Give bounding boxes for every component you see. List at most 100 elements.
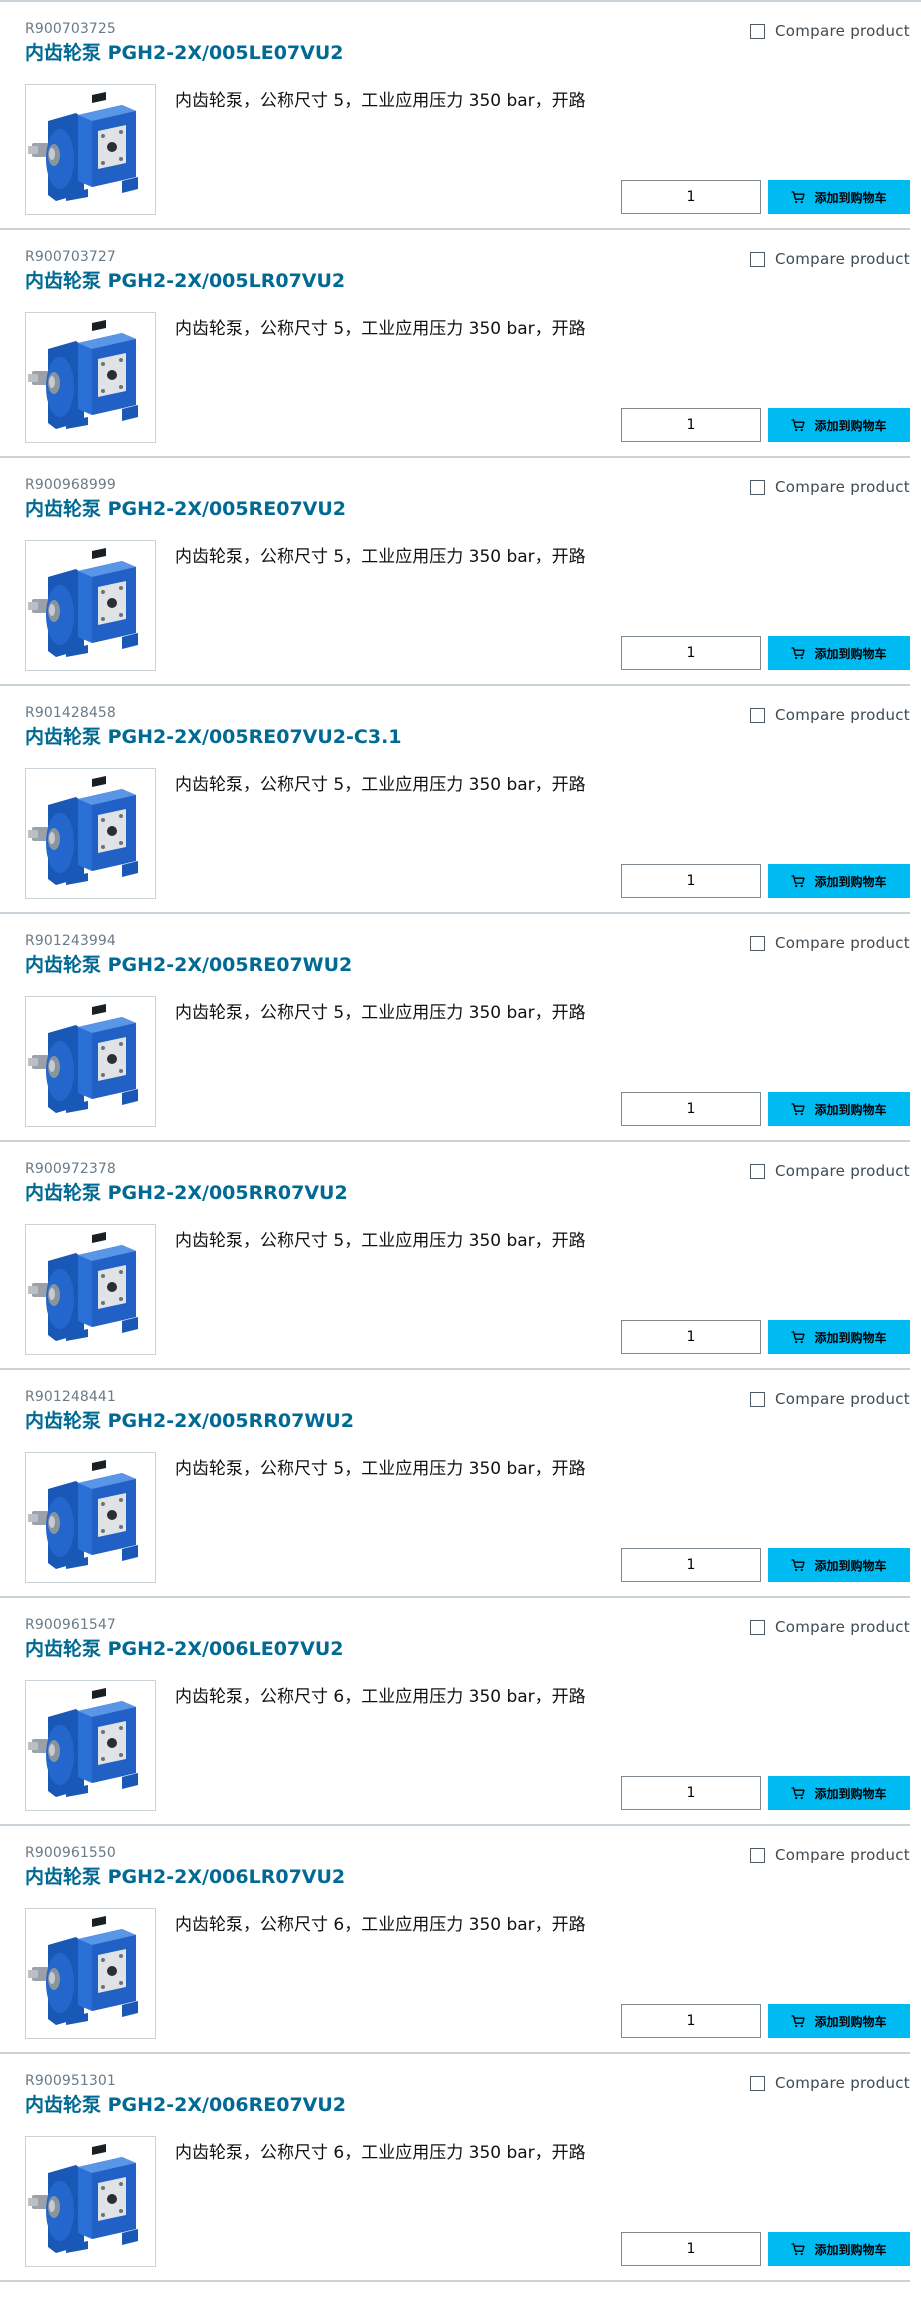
compare-product-toggle[interactable]: Compare product bbox=[749, 22, 910, 40]
add-to-cart-button[interactable]: 添加到购物车 bbox=[768, 1548, 910, 1582]
product-title-link[interactable]: 内齿轮泵 PGH2-2X/005LR07VU2 bbox=[25, 266, 345, 293]
product-description: 内齿轮泵，公称尺寸 5，工业应用压力 350 bar，开路 bbox=[175, 319, 586, 339]
product-thumbnail[interactable] bbox=[25, 84, 156, 215]
compare-checkbox[interactable] bbox=[749, 479, 765, 495]
product-description: 内齿轮泵，公称尺寸 5，工业应用压力 350 bar，开路 bbox=[175, 775, 586, 795]
add-to-cart-button[interactable]: 添加到购物车 bbox=[768, 1320, 910, 1354]
compare-product-toggle[interactable]: Compare product bbox=[749, 250, 910, 268]
shopping-cart-icon bbox=[791, 1330, 806, 1344]
compare-label: Compare product bbox=[774, 2074, 910, 2092]
product-thumbnail[interactable] bbox=[25, 312, 156, 443]
compare-product-toggle[interactable]: Compare product bbox=[749, 478, 910, 496]
compare-label: Compare product bbox=[774, 706, 910, 724]
add-to-cart-button[interactable]: 添加到购物车 bbox=[768, 1776, 910, 1810]
compare-product-toggle[interactable]: Compare product bbox=[749, 1846, 910, 1864]
shopping-cart-icon bbox=[791, 2014, 806, 2028]
shopping-cart-icon bbox=[791, 2242, 806, 2256]
product-thumbnail[interactable] bbox=[25, 2136, 156, 2267]
product-thumbnail[interactable] bbox=[25, 768, 156, 899]
compare-checkbox[interactable] bbox=[749, 1619, 765, 1635]
quantity-input[interactable] bbox=[621, 1320, 761, 1354]
add-to-cart-label: 添加到购物车 bbox=[814, 190, 887, 205]
compare-checkbox[interactable] bbox=[749, 1847, 765, 1863]
add-to-cart-label: 添加到购物车 bbox=[814, 874, 887, 889]
compare-checkbox[interactable] bbox=[749, 1163, 765, 1179]
product-description: 内齿轮泵，公称尺寸 6，工业应用压力 350 bar，开路 bbox=[175, 1915, 586, 1935]
product-thumbnail[interactable] bbox=[25, 1452, 156, 1583]
compare-checkbox[interactable] bbox=[749, 251, 765, 267]
product-description: 内齿轮泵，公称尺寸 5，工业应用压力 350 bar，开路 bbox=[175, 1003, 586, 1023]
compare-label: Compare product bbox=[774, 934, 910, 952]
product-sku: R901243994 bbox=[25, 933, 116, 949]
gear-pump-image bbox=[28, 547, 138, 657]
product-title-link[interactable]: 内齿轮泵 PGH2-2X/005RE07VU2 bbox=[25, 494, 346, 521]
product-item: R901428458 内齿轮泵 PGH2-2X/005RE07VU2-C3.1 … bbox=[0, 686, 910, 914]
quantity-input[interactable] bbox=[621, 180, 761, 214]
compare-label: Compare product bbox=[774, 22, 910, 40]
product-title-link[interactable]: 内齿轮泵 PGH2-2X/005RR07VU2 bbox=[25, 1178, 348, 1205]
product-title-link[interactable]: 内齿轮泵 PGH2-2X/005LE07VU2 bbox=[25, 38, 344, 65]
compare-label: Compare product bbox=[774, 1618, 910, 1636]
product-title-link[interactable]: 内齿轮泵 PGH2-2X/005RR07WU2 bbox=[25, 1406, 354, 1433]
add-to-cart-label: 添加到购物车 bbox=[814, 646, 887, 661]
product-description: 内齿轮泵，公称尺寸 5，工业应用压力 350 bar，开路 bbox=[175, 91, 586, 111]
quantity-input[interactable] bbox=[621, 1548, 761, 1582]
product-description: 内齿轮泵，公称尺寸 5，工业应用压力 350 bar，开路 bbox=[175, 547, 586, 567]
add-to-cart-button[interactable]: 添加到购物车 bbox=[768, 2232, 910, 2266]
gear-pump-image bbox=[28, 775, 138, 885]
shopping-cart-icon bbox=[791, 418, 806, 432]
gear-pump-image bbox=[28, 1687, 138, 1797]
compare-checkbox[interactable] bbox=[749, 2075, 765, 2091]
product-thumbnail[interactable] bbox=[25, 540, 156, 671]
add-to-cart-button[interactable]: 添加到购物车 bbox=[768, 1092, 910, 1126]
product-sku: R900951301 bbox=[25, 2073, 116, 2089]
add-to-cart-button[interactable]: 添加到购物车 bbox=[768, 180, 910, 214]
add-to-cart-button[interactable]: 添加到购物车 bbox=[768, 408, 910, 442]
compare-label: Compare product bbox=[774, 1162, 910, 1180]
product-item: R901243994 内齿轮泵 PGH2-2X/005RE07WU2 Compa… bbox=[0, 914, 910, 1142]
product-sku: R900961550 bbox=[25, 1845, 116, 1861]
compare-checkbox[interactable] bbox=[749, 707, 765, 723]
quantity-input[interactable] bbox=[621, 1776, 761, 1810]
quantity-input[interactable] bbox=[621, 408, 761, 442]
gear-pump-image bbox=[28, 319, 138, 429]
add-to-cart-label: 添加到购物车 bbox=[814, 1102, 887, 1117]
quantity-input[interactable] bbox=[621, 2232, 761, 2266]
compare-product-toggle[interactable]: Compare product bbox=[749, 1162, 910, 1180]
quantity-input[interactable] bbox=[621, 1092, 761, 1126]
quantity-input[interactable] bbox=[621, 864, 761, 898]
compare-label: Compare product bbox=[774, 1846, 910, 1864]
compare-product-toggle[interactable]: Compare product bbox=[749, 1618, 910, 1636]
product-title-link[interactable]: 内齿轮泵 PGH2-2X/005RE07WU2 bbox=[25, 950, 352, 977]
add-to-cart-button[interactable]: 添加到购物车 bbox=[768, 2004, 910, 2038]
product-thumbnail[interactable] bbox=[25, 996, 156, 1127]
compare-product-toggle[interactable]: Compare product bbox=[749, 934, 910, 952]
shopping-cart-icon bbox=[791, 646, 806, 660]
product-thumbnail[interactable] bbox=[25, 1680, 156, 1811]
add-to-cart-label: 添加到购物车 bbox=[814, 418, 887, 433]
quantity-input[interactable] bbox=[621, 636, 761, 670]
product-title-link[interactable]: 内齿轮泵 PGH2-2X/006LR07VU2 bbox=[25, 1862, 345, 1889]
add-to-cart-button[interactable]: 添加到购物车 bbox=[768, 864, 910, 898]
compare-product-toggle[interactable]: Compare product bbox=[749, 1390, 910, 1408]
product-item: R900951301 内齿轮泵 PGH2-2X/006RE07VU2 Compa… bbox=[0, 2054, 910, 2282]
product-title-link[interactable]: 内齿轮泵 PGH2-2X/006RE07VU2 bbox=[25, 2090, 346, 2117]
product-thumbnail[interactable] bbox=[25, 1908, 156, 2039]
product-item: R900703725 内齿轮泵 PGH2-2X/005LE07VU2 Compa… bbox=[0, 2, 910, 230]
shopping-cart-icon bbox=[791, 1786, 806, 1800]
compare-product-toggle[interactable]: Compare product bbox=[749, 706, 910, 724]
add-to-cart-label: 添加到购物车 bbox=[814, 1786, 887, 1801]
gear-pump-image bbox=[28, 1003, 138, 1113]
product-list: R900703725 内齿轮泵 PGH2-2X/005LE07VU2 Compa… bbox=[0, 0, 921, 2282]
compare-product-toggle[interactable]: Compare product bbox=[749, 2074, 910, 2092]
gear-pump-image bbox=[28, 2143, 138, 2253]
product-title-link[interactable]: 内齿轮泵 PGH2-2X/005RE07VU2-C3.1 bbox=[25, 722, 402, 749]
add-to-cart-label: 添加到购物车 bbox=[814, 1558, 887, 1573]
add-to-cart-button[interactable]: 添加到购物车 bbox=[768, 636, 910, 670]
compare-checkbox[interactable] bbox=[749, 23, 765, 39]
compare-checkbox[interactable] bbox=[749, 1391, 765, 1407]
product-title-link[interactable]: 内齿轮泵 PGH2-2X/006LE07VU2 bbox=[25, 1634, 344, 1661]
product-thumbnail[interactable] bbox=[25, 1224, 156, 1355]
compare-checkbox[interactable] bbox=[749, 935, 765, 951]
quantity-input[interactable] bbox=[621, 2004, 761, 2038]
